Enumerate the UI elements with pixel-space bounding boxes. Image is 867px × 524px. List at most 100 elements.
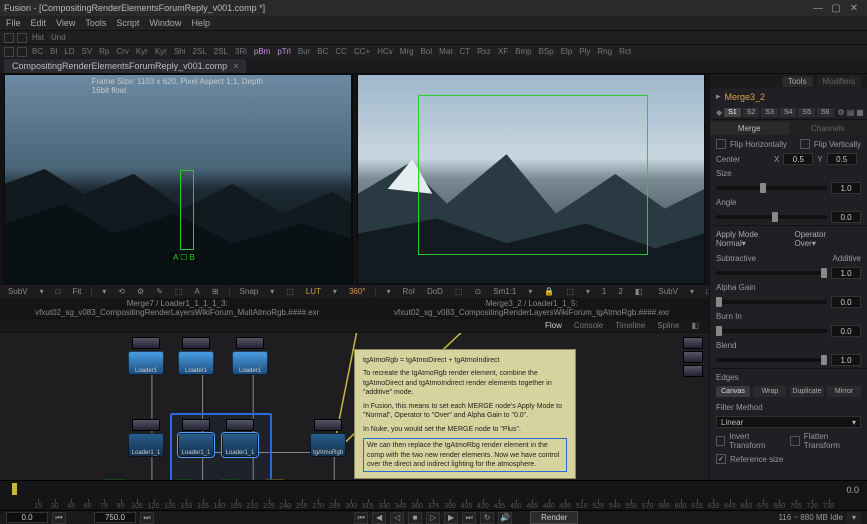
viewer-a[interactable]: Frame Size: 1103 x 620, Pixel Aspect 1:1… <box>4 74 353 284</box>
alphagain-slider[interactable] <box>716 300 827 304</box>
viewer-tb-button[interactable]: ⚙ <box>133 286 148 297</box>
tool-shortcut[interactable]: HCv <box>375 47 395 56</box>
subtab[interactable]: S4 <box>780 108 797 117</box>
tool-shortcut[interactable]: XF <box>496 47 510 56</box>
viewer-tb-button[interactable]: Snap <box>236 286 263 297</box>
tool-shortcut[interactable]: CT <box>457 47 472 56</box>
time-ruler[interactable]: 1530456075901051201351501651801952102252… <box>0 481 867 510</box>
viewer-tb-button[interactable]: ✎ <box>152 286 167 297</box>
viewer-tb-button[interactable]: Sm1:1 <box>489 286 520 297</box>
subtab[interactable]: S2 <box>743 108 760 117</box>
skip-end-icon[interactable]: ⏭ <box>140 512 154 524</box>
angle-slider[interactable] <box>716 215 827 219</box>
minimize-icon[interactable]: — <box>809 1 827 15</box>
viewer-b[interactable] <box>357 74 706 284</box>
script-icon[interactable]: ▤ <box>847 107 855 117</box>
stop-icon[interactable]: ■ <box>408 512 422 524</box>
viewer-tb-button[interactable]: ◧ <box>631 286 647 297</box>
node-merge[interactable]: Merge3 <box>172 479 194 480</box>
tab-timeline[interactable]: Timeline <box>615 321 645 330</box>
tool-shortcut[interactable]: Rsz <box>475 47 493 56</box>
play-back-icon[interactable]: ◁ <box>390 512 404 524</box>
viewer-tb-button[interactable]: ⊙ <box>471 286 486 297</box>
flow-graph[interactable]: Loader1 Loader1 Loader1 Loader1_1 Loader… <box>0 332 709 480</box>
size-slider[interactable] <box>716 186 827 190</box>
step-back-icon[interactable]: ◀ <box>372 512 386 524</box>
angle-field[interactable] <box>831 211 861 223</box>
viewer-tb-button[interactable]: 🔒 <box>540 286 558 297</box>
node-loader[interactable]: Loader1_1 <box>222 433 258 457</box>
viewer-tb-button[interactable]: ⬚ <box>282 286 298 297</box>
viewer-tb-button[interactable]: RoI <box>399 286 419 297</box>
menu-tools[interactable]: Tools <box>85 18 106 28</box>
edge-wrap-button[interactable]: Wrap <box>753 386 787 397</box>
inspector-header[interactable]: ▸ Merge3_2 <box>710 88 867 105</box>
tool-shortcut[interactable]: Bl <box>48 47 59 56</box>
tool-shortcut[interactable]: Elp <box>559 47 575 56</box>
viewer-tb-button[interactable]: ▾ <box>582 286 594 297</box>
viewer-tb-button[interactable]: ▾ <box>686 286 698 297</box>
flip-v-checkbox[interactable] <box>800 139 810 149</box>
tool-shortcut[interactable]: Bmp <box>513 47 533 56</box>
operator-select[interactable]: Over▾ <box>795 239 862 248</box>
play-fwd-icon[interactable]: ▷ <box>426 512 440 524</box>
range-start-field[interactable] <box>6 512 48 523</box>
subtab[interactable]: S1 <box>724 108 741 117</box>
grid-icon[interactable]: ▦ <box>856 107 864 117</box>
blend-slider[interactable] <box>716 358 827 362</box>
keyframe-icon[interactable]: ◆ <box>716 108 722 117</box>
center-y-field[interactable] <box>827 153 857 165</box>
viewer-tb-button[interactable]: 360° <box>345 286 370 297</box>
additive-field[interactable] <box>831 267 861 279</box>
tool-shortcut[interactable]: Mat <box>437 47 454 56</box>
close-icon[interactable]: ✕ <box>845 1 863 15</box>
tool-shortcut[interactable]: CC <box>333 47 349 56</box>
flatten-checkbox[interactable] <box>790 436 799 446</box>
edge-mirror-button[interactable]: Mirror <box>827 386 861 397</box>
tool-shortcut[interactable]: pBm <box>252 47 272 56</box>
tab-flow[interactable]: Flow <box>545 321 562 330</box>
tool-shortcut[interactable]: SV <box>79 47 94 56</box>
audio-icon[interactable]: 🔊 <box>498 512 512 524</box>
node-loader[interactable]: tgAtmoRgb <box>310 433 346 457</box>
menu-file[interactable]: File <box>6 18 21 28</box>
viewer-tb-button[interactable]: 1 <box>598 286 610 297</box>
status-menu-icon[interactable]: ▾ <box>847 512 861 524</box>
sticky-note[interactable]: tgAtmoRgb = tgAtmoDirect + tgAtmoIndirec… <box>354 349 576 479</box>
toolbar-box-icon[interactable] <box>17 47 27 57</box>
go-last-icon[interactable]: ⏭ <box>462 512 476 524</box>
menu-help[interactable]: Help <box>191 18 210 28</box>
node-loader[interactable]: Loader1_1 <box>128 433 164 457</box>
viewer-tb-button[interactable]: ▾ <box>382 286 394 297</box>
viewer-tb-button[interactable]: SubV <box>4 286 32 297</box>
tab-layout-icon[interactable]: ◧ <box>691 321 699 330</box>
viewer-tb-button[interactable]: 2 <box>614 286 626 297</box>
tool-shortcut[interactable]: 2SL <box>190 47 208 56</box>
viewer-tb-button[interactable]: ⬚ <box>562 286 578 297</box>
tool-shortcut[interactable]: Kyr <box>153 47 169 56</box>
loop-icon[interactable]: ↻ <box>480 512 494 524</box>
burnin-field[interactable] <box>831 325 861 337</box>
tool-shortcut[interactable]: BC <box>30 47 45 56</box>
tool-shortcut[interactable]: BSp <box>537 47 556 56</box>
applymode-select[interactable]: Normal▾ <box>716 239 783 248</box>
disclosure-icon[interactable]: ▸ <box>716 91 721 102</box>
viewer-tb-button[interactable]: ⟲ <box>114 286 129 297</box>
subtab[interactable]: S6 <box>817 108 834 117</box>
render-button[interactable]: Render <box>530 511 578 524</box>
tool-shortcut[interactable]: BC <box>315 47 330 56</box>
tab-spline[interactable]: Spline <box>657 321 679 330</box>
history-button[interactable]: Hst <box>30 33 46 42</box>
range-end-field[interactable] <box>94 512 136 523</box>
tool-shortcut[interactable]: CC+ <box>352 47 372 56</box>
tool-shortcut[interactable]: Rng <box>595 47 614 56</box>
node-loader[interactable]: Loader1 <box>178 351 214 375</box>
flip-h-checkbox[interactable] <box>716 139 726 149</box>
tab-tools[interactable]: Tools <box>782 76 813 87</box>
viewer-tb-button[interactable]: ▾ <box>329 286 341 297</box>
tool-shortcut[interactable]: Bol <box>419 47 435 56</box>
ab-compare-label[interactable]: A ☐ B <box>170 253 198 262</box>
tab-close-icon[interactable]: × <box>233 61 238 71</box>
viewer-tb-button[interactable]: ⬚ <box>171 286 187 297</box>
subtab[interactable]: S5 <box>798 108 815 117</box>
